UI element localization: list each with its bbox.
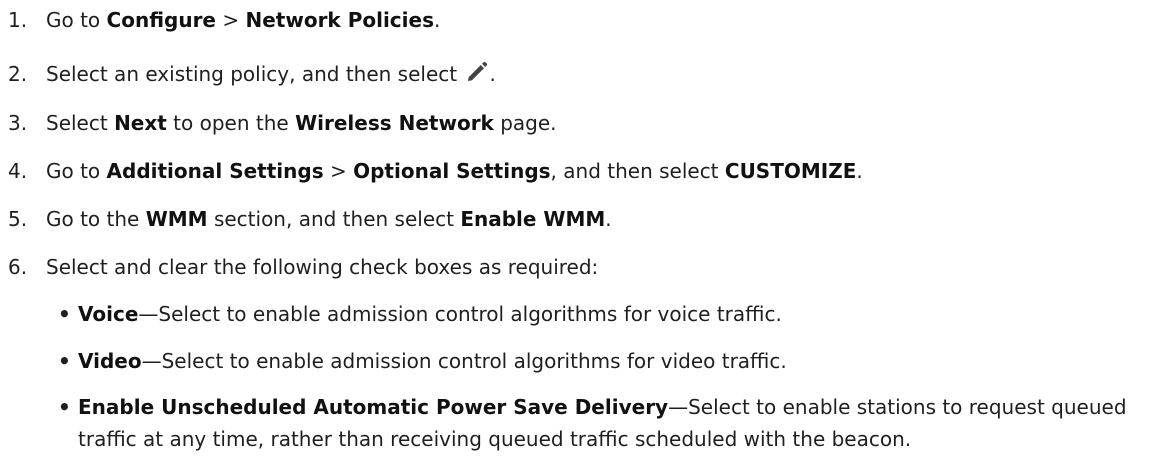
step-6: 6. Select and clear the following check b… (8, 253, 598, 281)
ui-term-additional-settings: Additional Settings (106, 159, 324, 183)
step-number: 3. (8, 111, 28, 135)
ui-term-customize: CUSTOMIZE (724, 159, 857, 183)
step-number: 1. (8, 8, 28, 32)
ui-term-wireless-network: Wireless Network (295, 111, 494, 135)
ui-term-network-policies: Network Policies (245, 8, 434, 32)
ui-term-wmm: WMM (145, 207, 208, 231)
ui-term-optional-settings: Optional Settings (353, 159, 551, 183)
step-text: . (489, 62, 496, 86)
ui-term-configure: Configure (106, 8, 216, 32)
step-3: 3. Select Next to open the Wireless Netwo… (8, 109, 557, 137)
bullet-dot: • (58, 349, 71, 373)
step-text: to open the (166, 111, 296, 135)
step-5: 5. Go to the WMM section, and then select… (8, 205, 612, 233)
step-text: Select and clear the following check box… (46, 255, 599, 279)
step-text: > (216, 8, 246, 32)
step-text: . (856, 159, 863, 183)
step-text: Select (46, 111, 115, 135)
step-text: Go to (46, 8, 107, 32)
step-1: 1. Go to Configure > Network Policies. (8, 6, 440, 34)
step-text: . (433, 8, 441, 32)
step-2: 2. Select an existing policy, and then se… (8, 60, 496, 88)
bullet-voice: • Voice—Select to enable admission contro… (58, 298, 1148, 330)
bullet-term: Enable Unscheduled Automatic Power Save … (78, 395, 669, 419)
bullet-text: —Select to enable admission control algo… (138, 302, 782, 326)
step-number: 5. (8, 207, 28, 231)
step-text: Go to (46, 159, 107, 183)
step-number: 4. (8, 159, 28, 183)
pencil-icon (465, 60, 489, 84)
step-number: 6. (8, 255, 28, 279)
ui-term-next: Next (114, 111, 167, 135)
step-text: Go to the (46, 207, 146, 231)
step-4: 4. Go to Additional Settings > Optional S… (8, 157, 863, 185)
step-text: > (323, 159, 354, 183)
bullet-video: • Video—Select to enable admission contro… (58, 345, 1148, 377)
step-text: , and then select (550, 159, 725, 183)
step-text: section, and then select (207, 207, 461, 231)
ui-term-enable-wmm: Enable WMM (460, 207, 606, 231)
bullet-text: —Select to enable admission control algo… (141, 349, 787, 373)
step-text: Select an existing policy, and then sele… (46, 62, 464, 86)
bullet-term: Voice (78, 302, 139, 326)
bullet-dot: • (58, 395, 71, 419)
instruction-document: 1. Go to Configure > Network Policies. 2.… (0, 0, 1175, 459)
bullet-term: Video (78, 349, 142, 373)
step-text: . (605, 207, 612, 231)
bullet-uapsd: • Enable Unscheduled Automatic Power Save… (58, 391, 1148, 455)
bullet-dot: • (58, 302, 71, 326)
step-number: 2. (8, 62, 28, 86)
step-text: page. (493, 111, 557, 135)
